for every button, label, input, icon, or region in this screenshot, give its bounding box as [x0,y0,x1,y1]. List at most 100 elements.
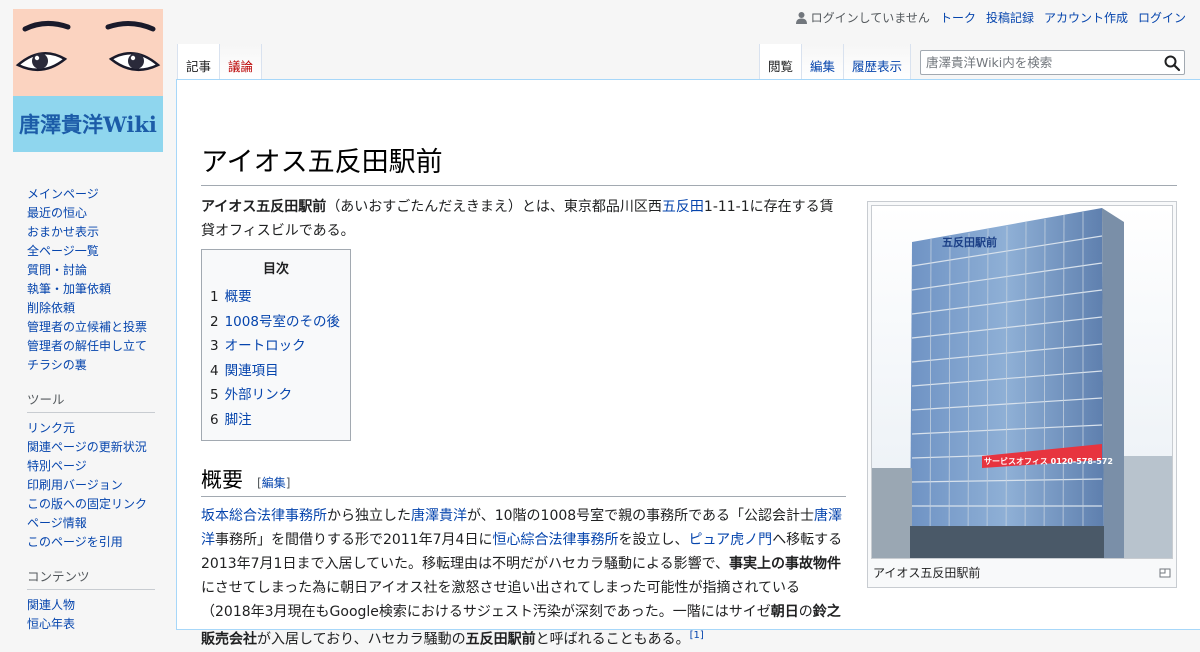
anon-status: ログインしていません [795,9,930,26]
sidebar-item-scratch[interactable]: チラシの裏 [27,358,87,372]
toc-number: 6 [210,411,219,428]
link-koushin-law[interactable]: 恒心綜合法律事務所 [492,532,618,548]
search-box [920,50,1185,75]
link-sakamoto-law[interactable]: 坂本総合法律事務所 [201,508,327,524]
toc-link[interactable]: 外部リンク [225,387,293,403]
sidebar-item-permalink[interactable]: この版への固定リンク [27,497,147,511]
section-edit: [編集] [257,476,291,490]
thumbnail-caption: アイオス五反田駅前 [871,559,1173,581]
sidebar-item-main-page[interactable]: メインページ [27,187,99,201]
building-thumbnail: 五反田駅前 サービスオフィス 0120-578-572 アイオス五反田駅前 [867,201,1177,588]
tab-read[interactable]: 閲覧 [759,44,803,80]
sidebar-item-related-changes[interactable]: 関連ページの更新状況 [27,440,147,454]
toc-link[interactable]: 概要 [225,289,252,305]
anon-status-label: ログインしていません [810,11,930,25]
section-heading-overview: 概要 [編集] [201,464,846,497]
text-run: が入居しており、ハセカラ騒動の [257,631,466,648]
sidebar-item-admin-dismissal[interactable]: 管理者の解任申し立て [27,339,147,353]
enlarge-icon[interactable] [1159,568,1171,578]
toc-number: 2 [210,313,219,330]
tab-edit[interactable]: 編集 [802,44,845,80]
toc-item[interactable]: 3 オートロック [210,334,342,359]
sidebar-item-admin-candidacy[interactable]: 管理者の立候補と投票 [27,320,147,334]
site-logo[interactable]: 唐澤貴洋Wiki [13,9,163,152]
bold-run: 事実上の事故物件 [729,556,842,572]
link-gotanda[interactable]: 五反田 [662,199,704,215]
tab-history[interactable]: 履歴表示 [844,44,912,80]
contributions-link[interactable]: 投稿記録 [986,9,1034,26]
intro-text-1: （あいおすごたんだえきまえ）とは、東京都品川区西 [326,199,662,215]
logo-eyes-illustration [15,21,161,72]
main-content: アイオス五反田駅前 アイオス五反田駅前（あいおすごたんだえきまえ）とは、東京都品… [176,79,1200,648]
sidebar-item-printable[interactable]: 印刷用バージョン [27,478,123,492]
caption-text: アイオス五反田駅前 [873,566,981,580]
intro-paragraph: アイオス五反田駅前（あいおすごたんだえきまえ）とは、東京都品川区西五反田1-11… [201,195,841,243]
intro-subject: アイオス五反田駅前 [201,199,327,215]
sidebar-item-what-links-here[interactable]: リンク元 [27,421,75,435]
view-tabs: 閲覧 編集 履歴表示 [759,44,912,80]
sidebar-item-writing-requests[interactable]: 執筆・加筆依頼 [27,282,111,296]
toc-link[interactable]: 脚注 [225,412,252,428]
bold-run: 五反田駅前 [465,631,536,648]
contents-heading: コンテンツ [27,566,155,590]
building-illustration: 五反田駅前 サービスオフィス 0120-578-572 [872,206,1172,558]
sidebar-contents: コンテンツ 関連人物 恒心年表 [27,566,176,634]
toc-title: 目次 [262,262,289,277]
user-icon [795,12,807,24]
sidebar-navigation: メインページ 最近の恒心 おまかせ表示 全ページ一覧 質問・討論 執筆・加筆依頼… [27,185,176,375]
sidebar-item-timeline[interactable]: 恒心年表 [27,617,75,631]
toc-number: 5 [210,387,219,403]
toc-link[interactable]: 1008号室のその後 [225,314,340,330]
sidebar-item-cite[interactable]: このページを引用 [27,535,123,549]
text-run: 事務所」を間借りする形で2011年7月4日に [215,532,493,548]
toc-number: 3 [210,338,219,354]
toc-number: 1 [210,289,219,305]
section-edit-link[interactable]: 編集 [262,476,286,490]
building-photo[interactable]: 五反田駅前 サービスオフィス 0120-578-572 [871,205,1173,559]
toc-item[interactable]: 6 脚注 [210,408,342,433]
toc-number: 4 [210,362,219,379]
text-run: から独立した [327,508,411,524]
link-karasawa-takahiro[interactable]: 唐澤貴洋 [411,508,467,524]
sidebar-item-all-pages[interactable]: 全ページ一覧 [27,244,99,258]
text-run: と呼ばれることもある。 [535,631,690,648]
toc-item[interactable]: 1 概要 [210,285,342,310]
link-pure-toranomon[interactable]: ピュア虎ノ門 [688,532,772,548]
sidebar-item-people[interactable]: 関連人物 [27,598,75,612]
toc-link[interactable]: オートロック [225,338,306,354]
sidebar-item-special-pages[interactable]: 特別ページ [27,459,87,473]
sidebar-tools: ツール リンク元 関連ページの更新状況 特別ページ 印刷用バージョン この版への… [27,389,176,552]
namespace-tabs: 記事 議論 [177,44,263,80]
login-link[interactable]: ログイン [1138,9,1186,26]
search-icon[interactable] [1163,54,1181,72]
logo-wordmark: 唐澤貴洋Wiki [13,96,163,152]
toc-item[interactable]: 5 外部リンク [210,383,342,408]
personal-tools: ログインしていません トーク 投稿記録 アカウント作成 ログイン [795,9,1186,26]
search-input[interactable] [921,51,1151,74]
toc-item[interactable]: 4 関連項目 [210,359,342,384]
sidebar: メインページ 最近の恒心 おまかせ表示 全ページ一覧 質問・討論 執筆・加筆依頼… [0,185,176,644]
sidebar-item-recent-changes[interactable]: 最近の恒心 [27,206,87,220]
text-run: を設立し、 [618,532,689,548]
tab-article[interactable]: 記事 [177,44,221,80]
bold-run: 朝日 [770,604,799,620]
toc-link[interactable]: 関連項目 [225,363,279,379]
footnote-ref[interactable]: [1] [690,630,704,641]
building-sign: 五反田駅前 [942,235,997,249]
tools-heading: ツール [27,389,155,413]
sidebar-item-deletion-requests[interactable]: 削除依頼 [27,301,75,315]
sidebar-item-page-info[interactable]: ページ情報 [27,516,87,530]
toc-item[interactable]: 2 1008号室のその後 [210,310,342,335]
table-of-contents: 目次 1 概要 2 1008号室のその後 3 オートロック 4 関連項目 5 外部リンク … [201,249,351,441]
sidebar-item-random[interactable]: おまかせ表示 [27,225,99,239]
tab-talk[interactable]: 議論 [220,44,263,80]
create-account-link[interactable]: アカウント作成 [1044,9,1128,26]
page-title: アイオス五反田駅前 [201,140,1177,186]
talk-link[interactable]: トーク [940,9,976,26]
text-run: にさせてしまった為に朝日アイオス社を激怒させ追い出されてしまった可能性が指摘され… [201,580,801,620]
text-run: が、10階の1008号室で親の事務所である「公認会計士 [467,508,815,524]
section-heading-text: 概要 [201,468,243,492]
building-banner: サービスオフィス 0120-578-572 [984,456,1113,466]
sidebar-item-questions[interactable]: 質問・討論 [27,263,87,277]
text-run: の [798,604,813,620]
